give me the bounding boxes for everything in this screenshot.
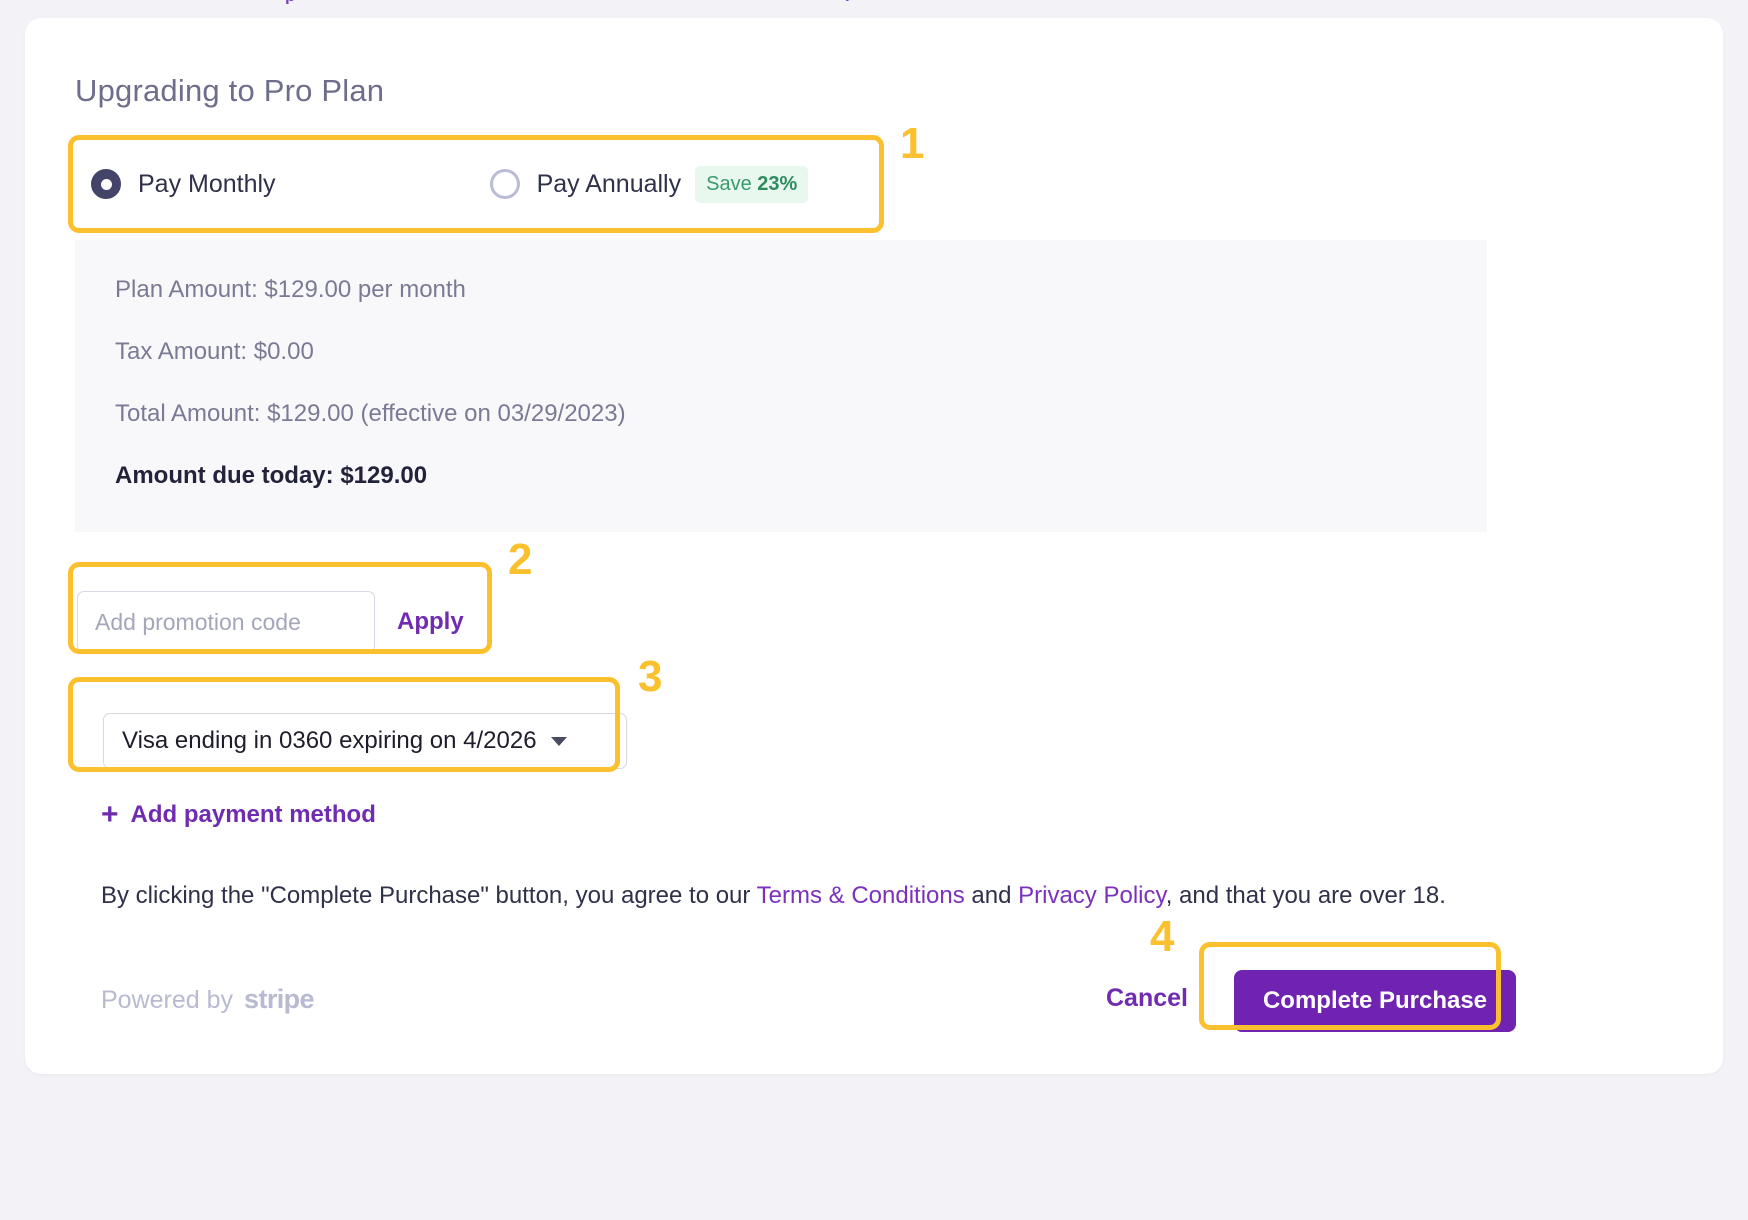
billing-cycle-group: Pay Monthly Pay Annually Save 23% [75, 138, 891, 230]
privacy-policy-link[interactable]: Privacy Policy [1018, 882, 1166, 909]
terms-and-conditions-link[interactable]: Terms & Conditions [757, 882, 965, 909]
plus-icon: + [101, 798, 119, 831]
pay-annually-label: Pay Annually [536, 169, 682, 198]
chevron-down-icon [550, 736, 567, 746]
cutoff-fragment-right: l [845, 0, 850, 4]
terms-part-1: By clicking the "Complete Purchase" butt… [101, 882, 757, 909]
price-summary-panel: Plan Amount: $129.00 per month Tax Amoun… [75, 240, 1487, 532]
upgrade-card: Upgrading to Pro Plan Pay Monthly Pay An… [25, 18, 1723, 1074]
amount-due-today-line: Amount due today: $129.00 [115, 462, 428, 489]
radio-option-pay-monthly[interactable]: Pay Monthly [91, 169, 276, 199]
add-payment-method-label: Add payment method [130, 801, 376, 828]
payment-method-value: Visa ending in 0360 expiring on 4/2026 [122, 727, 537, 754]
stripe-logo: stripe [244, 984, 315, 1014]
terms-text: By clicking the "Complete Purchase" butt… [101, 882, 1446, 910]
powered-by-stripe: Powered by stripe [101, 984, 315, 1015]
add-payment-method-link[interactable]: + Add payment method [101, 800, 376, 830]
powered-by-label: Powered by [101, 986, 234, 1014]
cancel-button[interactable]: Cancel [1106, 984, 1188, 1013]
save-badge: Save 23% [695, 165, 809, 203]
terms-part-3: , and that you are over 18. [1165, 882, 1446, 909]
plan-amount-line: Plan Amount: $129.00 per month [115, 276, 466, 303]
save-badge-prefix: Save [706, 172, 758, 195]
cutoff-fragment-left: p [285, 0, 296, 4]
total-amount-line: Total Amount: $129.00 (effective on 03/2… [115, 400, 626, 427]
terms-part-2: and [964, 882, 1019, 909]
payment-method-select[interactable]: Visa ending in 0360 expiring on 4/2026 [103, 713, 627, 769]
complete-purchase-button[interactable]: Complete Purchase [1234, 970, 1516, 1032]
apply-promo-button[interactable]: Apply [397, 608, 464, 636]
radio-selected-icon[interactable] [91, 169, 121, 199]
tax-amount-line: Tax Amount: $0.00 [115, 338, 314, 365]
promotion-code-row: Apply [77, 584, 464, 660]
page-title: Upgrading to Pro Plan [75, 73, 385, 108]
cutoff-heading-strip: p l [0, 0, 1748, 4]
radio-unselected-icon[interactable] [489, 169, 520, 199]
radio-option-pay-annually[interactable]: Pay Annually Save 23% [489, 165, 809, 203]
pay-monthly-label: Pay Monthly [138, 169, 276, 198]
save-badge-value: 23% [757, 172, 798, 195]
promo-code-input[interactable] [77, 591, 375, 653]
